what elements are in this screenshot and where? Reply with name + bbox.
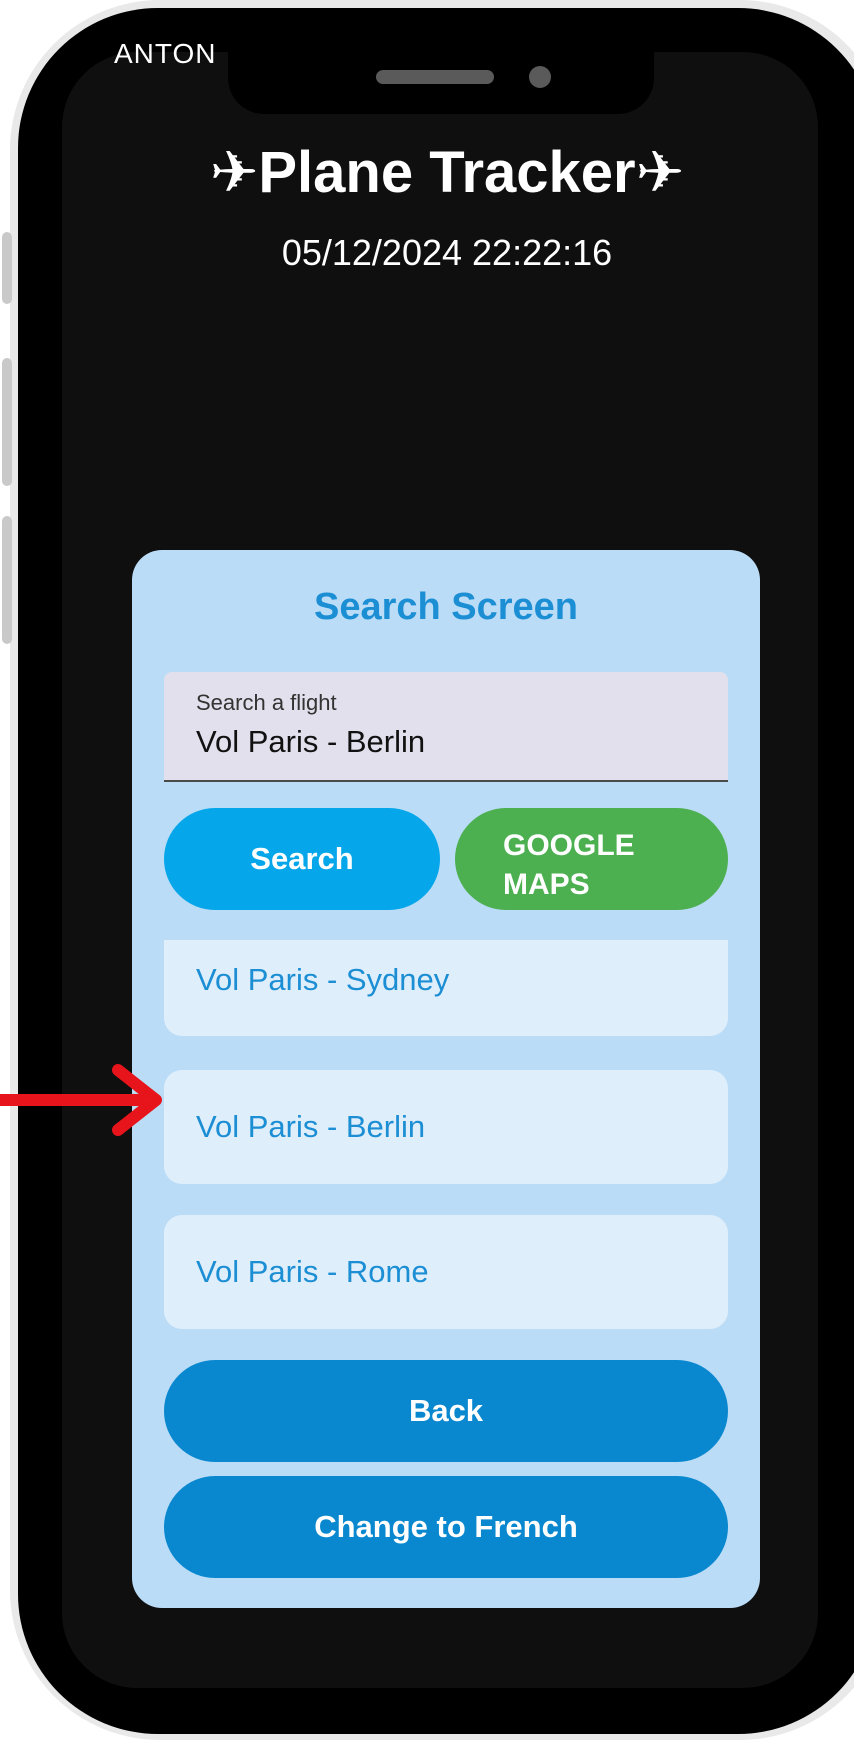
front-camera [529,66,551,88]
flight-result-label: Vol Paris - Rome [196,1254,429,1289]
screen-title: Search Screen [313,586,579,628]
flight-result-label: Vol Paris - Sydney [196,962,450,997]
change-language-button[interactable]: Change to French [164,1476,728,1578]
flight-result-item[interactable]: Vol Paris - Sydney [164,940,728,1036]
red-arrow-icon [0,1064,162,1136]
status-bar-carrier: ANTON [114,38,217,69]
search-screen-card: Search Screen Search a flight Vol Paris … [132,550,760,1608]
current-datetime: 05/12/2024 22:22:16 [281,232,613,273]
search-button[interactable]: Search [164,808,440,910]
search-field-value: Vol Paris - Berlin [196,724,426,759]
flight-result-label: Vol Paris - Berlin [196,1109,426,1144]
back-button[interactable]: Back [164,1360,728,1462]
google-maps-button[interactable]: GOOGLE MAPS [455,808,728,910]
volume-down-button [2,516,12,644]
search-flight-input[interactable]: Search a flight Vol Paris - Berlin [164,672,728,782]
speaker-grille [376,70,494,84]
search-field-label: Search a flight [196,690,337,715]
flight-result-item[interactable]: Vol Paris - Berlin [164,1070,728,1184]
app-title: ✈Plane Tracker✈ [209,140,685,205]
flight-result-item[interactable]: Vol Paris - Rome [164,1215,728,1329]
volume-up-button [2,358,12,486]
